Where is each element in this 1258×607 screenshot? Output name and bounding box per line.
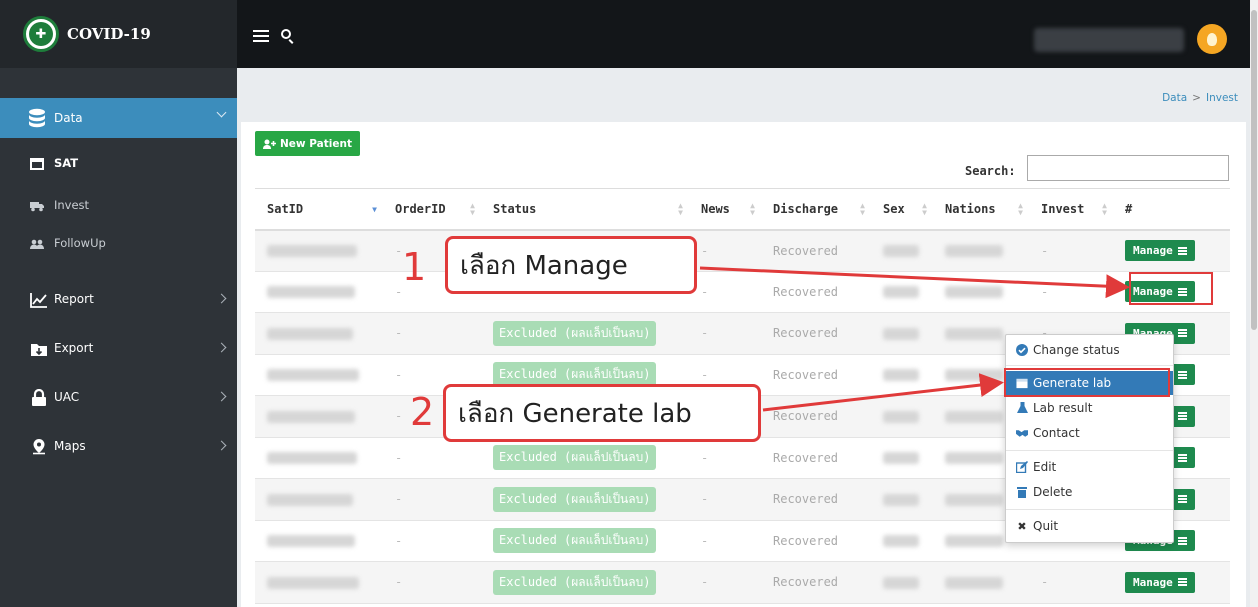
page-scrollbar[interactable] xyxy=(1250,0,1258,607)
step-2-arrow xyxy=(762,373,1004,412)
step-1-arrow xyxy=(699,266,1130,299)
scrollbar-thumb[interactable] xyxy=(1251,10,1257,330)
annotation-arrows xyxy=(699,266,1130,412)
